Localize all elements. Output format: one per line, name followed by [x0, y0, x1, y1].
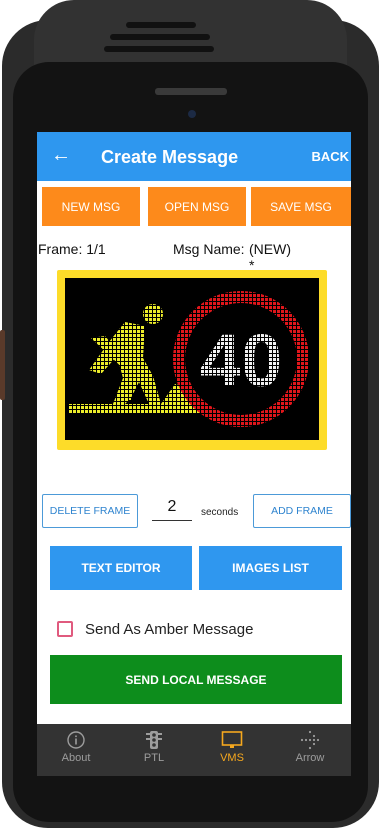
- nav-ptl[interactable]: PTL: [115, 724, 193, 776]
- seconds-label: seconds: [201, 507, 239, 518]
- nav-arrow-label: Arrow: [295, 752, 325, 764]
- app-screen: ← Create Message BACK NEW MSG OPEN MSG S…: [37, 132, 351, 776]
- arrow-left-icon[interactable]: ←: [51, 143, 71, 167]
- side-button: [0, 330, 5, 400]
- speed-limit-sign: 40: [173, 291, 309, 427]
- monitor-icon: [221, 731, 243, 748]
- sign-display: 40: [65, 278, 319, 440]
- frame-counter: Frame: 1/1: [38, 241, 106, 257]
- traffic-light-icon: [146, 731, 162, 749]
- msg-name-value: (NEW) *: [249, 241, 291, 273]
- speaker-grille: [126, 22, 196, 28]
- nav-about-label: About: [61, 752, 91, 764]
- speed-limit-value: 40: [200, 319, 282, 402]
- amber-label[interactable]: Send As Amber Message: [85, 621, 253, 638]
- amber-checkbox[interactable]: [57, 621, 73, 637]
- seconds-underline: [152, 520, 192, 521]
- speaker-grille: [110, 34, 210, 40]
- bottom-nav: About PTL VMS Arrow: [37, 724, 351, 776]
- app-bar: ← Create Message BACK: [37, 132, 351, 181]
- page-title: Create Message: [101, 147, 239, 167]
- text-editor-button[interactable]: TEXT EDITOR: [50, 546, 192, 590]
- speaker-grille: [104, 46, 214, 52]
- nav-about[interactable]: About: [37, 724, 115, 776]
- sign-graphic: 40: [69, 291, 309, 427]
- nav-arrow[interactable]: Arrow: [271, 724, 349, 776]
- earpiece: [155, 88, 227, 95]
- msg-name-text: (NEW) *: [249, 241, 291, 273]
- arrow-dots-icon: [300, 730, 320, 750]
- nav-ptl-label: PTL: [143, 752, 165, 764]
- delete-frame-button[interactable]: DELETE FRAME: [42, 494, 138, 528]
- send-local-message-button[interactable]: SEND LOCAL MESSAGE: [50, 655, 342, 704]
- seconds-input[interactable]: 2: [154, 498, 190, 516]
- save-msg-button[interactable]: SAVE MSG: [251, 187, 351, 226]
- msg-name-label: Msg Name:: [173, 241, 245, 257]
- add-frame-button[interactable]: ADD FRAME: [253, 494, 351, 528]
- front-camera: [188, 110, 196, 118]
- nav-vms-label: VMS: [220, 752, 244, 764]
- new-msg-button[interactable]: NEW MSG: [42, 187, 140, 226]
- images-list-button[interactable]: IMAGES LIST: [199, 546, 342, 590]
- info-icon: [67, 731, 85, 749]
- nav-vms[interactable]: VMS: [193, 724, 271, 776]
- vms-sign-preview[interactable]: 40: [57, 270, 327, 450]
- back-button[interactable]: BACK: [311, 149, 349, 164]
- open-msg-button[interactable]: OPEN MSG: [148, 187, 246, 226]
